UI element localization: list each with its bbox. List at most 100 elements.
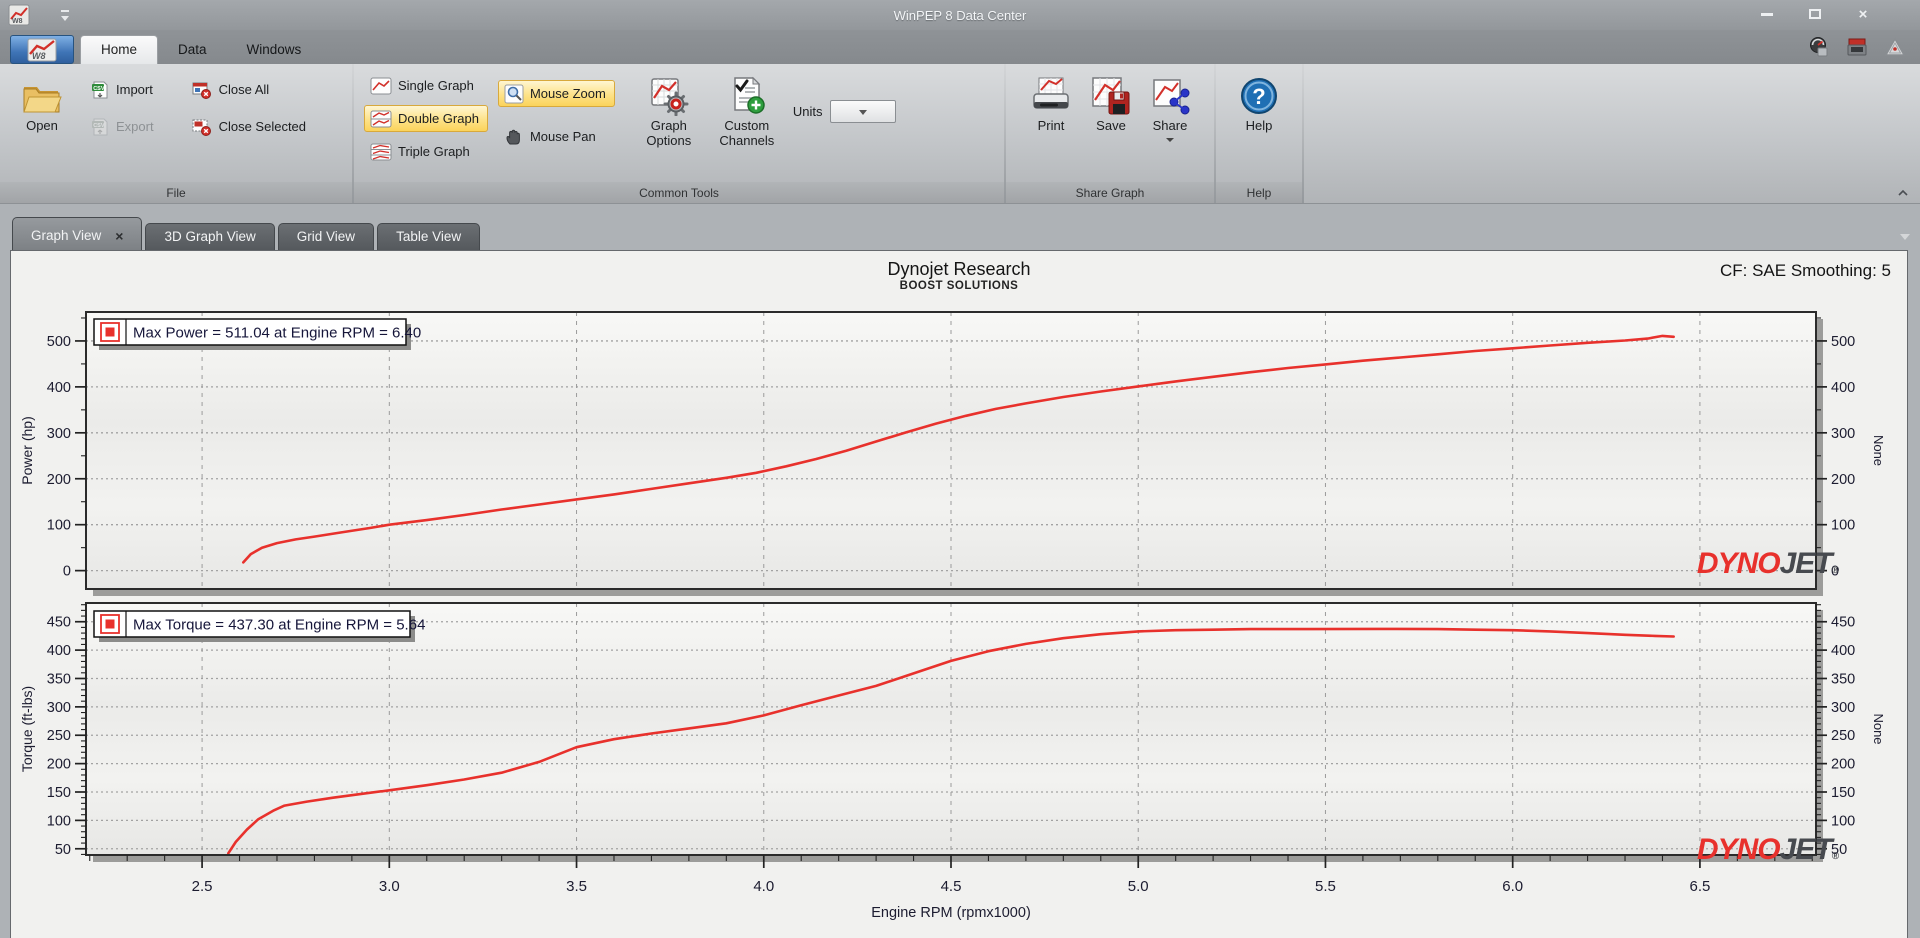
svg-text:100: 100 xyxy=(47,518,71,534)
app-logo-icon: W8 xyxy=(27,38,57,61)
group-label-help: Help xyxy=(1216,182,1302,203)
print-button[interactable]: Print xyxy=(1022,72,1080,134)
svg-text:None: None xyxy=(1871,713,1886,744)
open-button[interactable]: Open xyxy=(10,72,74,134)
printer-icon xyxy=(1031,74,1071,116)
open-folder-icon xyxy=(21,74,63,116)
svg-text:Max Power = 511.04 at Engine R: Max Power = 511.04 at Engine RPM = 6.40 xyxy=(133,325,421,342)
title-bar: W8 WinPEP 8 Data Center × xyxy=(0,0,1920,30)
device-icon[interactable] xyxy=(1846,36,1868,58)
units-label: Units xyxy=(792,104,823,119)
tab-overflow-chevron-icon[interactable] xyxy=(1900,234,1910,240)
application-menu-button[interactable]: W8 xyxy=(10,35,74,64)
svg-text:2.5: 2.5 xyxy=(192,878,213,895)
svg-text:200: 200 xyxy=(47,472,71,488)
window-title: WinPEP 8 Data Center xyxy=(893,7,1027,23)
help-button[interactable]: ? Help xyxy=(1232,72,1286,134)
svg-text:250: 250 xyxy=(1831,728,1855,744)
double-graph-icon xyxy=(370,110,392,127)
group-label-share-graph: Share Graph xyxy=(1006,182,1214,203)
single-graph-icon xyxy=(370,77,392,94)
svg-text:3.0: 3.0 xyxy=(379,878,400,895)
ribbon-group-share-graph: Print Save Share Share Graph xyxy=(1006,64,1214,203)
svg-text:400: 400 xyxy=(1831,380,1855,396)
close-selected-icon xyxy=(192,119,211,136)
svg-text:Torque (ft-lbs): Torque (ft-lbs) xyxy=(19,686,35,772)
document-tab-bar: Graph View × 3D Graph View Grid View Tab… xyxy=(0,216,1920,250)
export-csv-icon: CSV xyxy=(92,118,108,135)
svg-text:Max Torque = 437.30 at Engine: Max Torque = 437.30 at Engine RPM = 5.64 xyxy=(133,617,425,634)
mouse-pan-button[interactable]: Mouse Pan xyxy=(498,123,615,150)
chart-title: Dynojet Research xyxy=(887,259,1031,279)
single-graph-button[interactable]: Single Graph xyxy=(364,72,488,99)
svg-text:6.5: 6.5 xyxy=(1689,878,1710,895)
svg-text:100: 100 xyxy=(47,813,71,829)
gauge-icon[interactable] xyxy=(1808,36,1830,58)
svg-text:200: 200 xyxy=(1831,757,1855,773)
svg-text:350: 350 xyxy=(1831,671,1855,687)
svg-text:CSV: CSV xyxy=(93,123,105,129)
triple-graph-button[interactable]: Triple Graph xyxy=(364,138,488,165)
save-button[interactable]: Save xyxy=(1084,72,1138,134)
save-floppy-icon xyxy=(1091,74,1131,116)
svg-text:300: 300 xyxy=(47,426,71,442)
graph-options-button[interactable]: Graph Options xyxy=(637,72,701,149)
share-dropdown-caret-icon[interactable] xyxy=(1166,137,1174,142)
svg-text:450: 450 xyxy=(1831,615,1855,631)
tab-table-view[interactable]: Table View xyxy=(377,223,481,250)
power-chart[interactable]: 0 0100 100200 200300 300400 400500 500Power (h… xyxy=(11,305,1907,597)
close-all-button[interactable]: Close All xyxy=(185,76,315,103)
svg-text:5.0: 5.0 xyxy=(1128,878,1149,895)
svg-text:DYNOJET®: DYNOJET® xyxy=(1697,547,1840,580)
svg-text:CSV: CSV xyxy=(93,86,105,92)
magnifier-icon xyxy=(504,84,524,103)
svg-text:300: 300 xyxy=(1831,700,1855,716)
tab-3d-graph-view[interactable]: 3D Graph View xyxy=(145,223,275,250)
svg-text:5.5: 5.5 xyxy=(1315,878,1336,895)
close-selected-button[interactable]: Close Selected xyxy=(185,113,315,140)
ribbon: Open CSV Import CSV Export Close All Clo… xyxy=(0,64,1920,204)
ribbon-tab-windows[interactable]: Windows xyxy=(227,36,322,64)
svg-text:400: 400 xyxy=(47,643,71,659)
tab-grid-view[interactable]: Grid View xyxy=(277,223,375,250)
close-all-icon xyxy=(192,82,211,99)
svg-text:3.5: 3.5 xyxy=(566,878,587,895)
units-dropdown[interactable] xyxy=(830,100,897,123)
svg-text:W8: W8 xyxy=(32,51,46,61)
share-button[interactable]: Share xyxy=(1142,72,1198,142)
group-label-file: File xyxy=(0,182,352,203)
ribbon-group-file: Open CSV Import CSV Export Close All Clo… xyxy=(0,64,352,203)
ribbon-collapse-icon[interactable] xyxy=(1896,187,1910,199)
svg-text:100: 100 xyxy=(1831,813,1855,829)
graph-view-panel: Dynojet Research BOOST SOLUTIONS CF: SAE… xyxy=(10,250,1908,938)
svg-text:?: ? xyxy=(1252,84,1265,109)
export-button[interactable]: CSV Export xyxy=(84,113,163,140)
close-button[interactable]: × xyxy=(1850,4,1876,24)
tab-graph-view[interactable]: Graph View × xyxy=(12,217,143,250)
warning-icon[interactable] xyxy=(1884,36,1906,58)
ribbon-group-help: ? Help Help xyxy=(1216,64,1302,203)
tab-close-icon[interactable]: × xyxy=(115,229,123,243)
double-graph-button[interactable]: Double Graph xyxy=(364,105,488,132)
svg-text:350: 350 xyxy=(47,671,71,687)
custom-channels-icon xyxy=(727,74,767,116)
share-network-icon xyxy=(1150,74,1190,116)
ribbon-tab-data[interactable]: Data xyxy=(158,36,227,64)
maximize-button[interactable] xyxy=(1802,4,1828,24)
svg-text:200: 200 xyxy=(47,757,71,773)
svg-text:4.5: 4.5 xyxy=(941,878,962,895)
svg-text:400: 400 xyxy=(1831,643,1855,659)
ribbon-tab-home[interactable]: Home xyxy=(80,35,159,64)
graph-options-icon xyxy=(649,74,689,116)
svg-text:DYNOJET®: DYNOJET® xyxy=(1697,833,1840,866)
svg-text:4.0: 4.0 xyxy=(753,878,774,895)
svg-text:None: None xyxy=(1871,435,1886,466)
svg-text:100: 100 xyxy=(1831,518,1855,534)
svg-text:6.0: 6.0 xyxy=(1502,878,1523,895)
mouse-zoom-button[interactable]: Mouse Zoom xyxy=(497,80,615,107)
custom-channels-button[interactable]: Custom Channels xyxy=(711,72,783,149)
torque-chart[interactable]: 50 50100 100150 150200 200250 250300 300350 350… xyxy=(11,597,1907,927)
svg-text:Power (hp): Power (hp) xyxy=(19,416,35,484)
import-button[interactable]: CSV Import xyxy=(84,76,163,103)
minimize-button[interactable] xyxy=(1754,4,1780,24)
